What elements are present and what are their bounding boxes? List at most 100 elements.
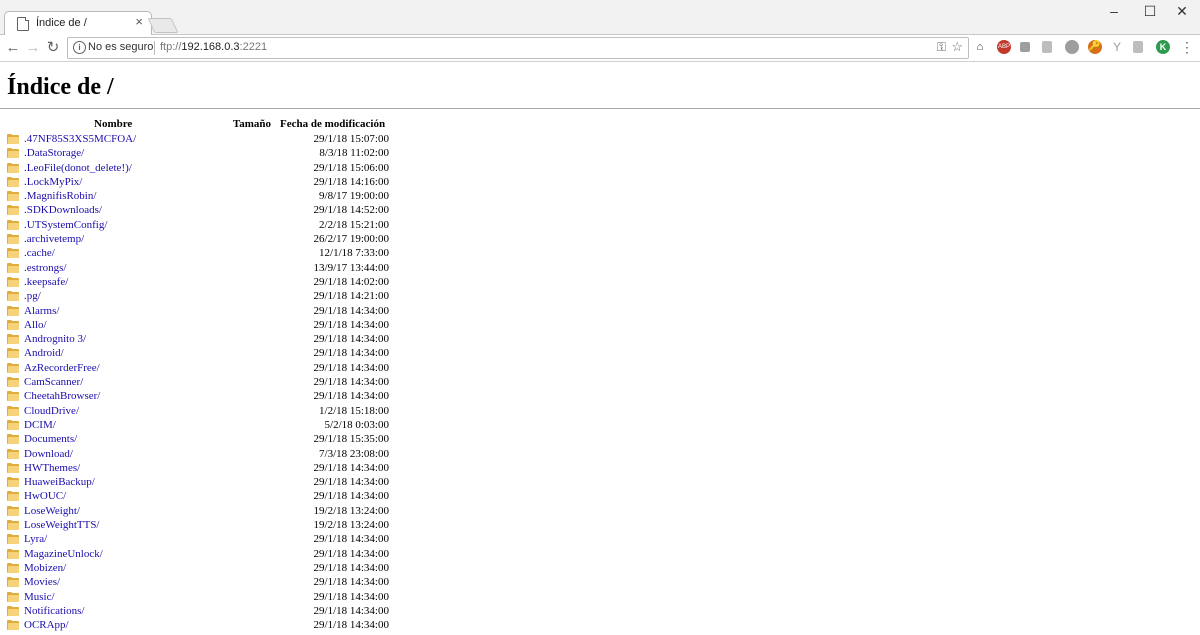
modified-date: 26/2/17 19:00:00 (313, 233, 389, 246)
folder-link[interactable]: .LeoFile(donot_delete!)/ (24, 161, 132, 175)
list-item: .estrongs/13/9/17 13:44:00 (0, 261, 400, 275)
folder-icon (7, 334, 19, 345)
extension-filter-icon[interactable]: Y (1110, 40, 1124, 54)
minimize-button[interactable]: – (1096, 2, 1132, 20)
list-item: .UTSystemConfig/2/2/18 15:21:00 (0, 218, 400, 232)
folder-icon (7, 162, 19, 173)
folder-icon (7, 562, 19, 573)
folder-icon (7, 305, 19, 316)
extension-box-icon[interactable] (1020, 42, 1030, 52)
modified-date: 29/1/18 14:34:00 (313, 376, 389, 389)
folder-link[interactable]: .LockMyPix/ (24, 175, 82, 189)
folder-link[interactable]: Lyra/ (24, 532, 47, 546)
folder-link[interactable]: CheetahBrowser/ (24, 389, 100, 403)
extension-copy-icon[interactable] (1042, 41, 1052, 53)
folder-link[interactable]: Alarms/ (24, 304, 59, 318)
modified-date: 12/1/18 7:33:00 (319, 247, 389, 260)
folder-link[interactable]: HuaweiBackup/ (24, 475, 95, 489)
list-item: HuaweiBackup/29/1/18 14:34:00 (0, 475, 400, 489)
folder-link[interactable]: Notifications/ (24, 604, 85, 618)
folder-icon (7, 362, 19, 373)
forward-button[interactable]: → (24, 39, 42, 57)
folder-link[interactable]: Music/ (24, 590, 55, 604)
extension-k-icon[interactable]: K (1156, 40, 1170, 54)
folder-icon (7, 462, 19, 473)
bookmark-star-icon[interactable]: ☆ (951, 39, 963, 55)
adblock-icon[interactable]: ABP (997, 40, 1011, 54)
folder-link[interactable]: LoseWeight/ (24, 504, 80, 518)
folder-link[interactable]: CloudDrive/ (24, 404, 79, 418)
url-text[interactable]: ftp://192.168.0.3:2221 (160, 41, 267, 53)
modified-date: 29/1/18 14:34:00 (313, 304, 389, 317)
folder-link[interactable]: AzRecorderFree/ (24, 361, 100, 375)
key-icon[interactable]: ⚿ (937, 40, 946, 55)
close-window-button[interactable]: ✕ (1164, 2, 1200, 20)
folder-link[interactable]: .UTSystemConfig/ (24, 218, 107, 232)
address-separator (154, 41, 155, 55)
modified-date: 13/9/17 13:44:00 (313, 261, 389, 274)
modified-date: 29/1/18 15:07:00 (313, 133, 389, 145)
folder-icon (7, 134, 19, 144)
list-item: .DataStorage/8/3/18 11:02:00 (0, 146, 400, 160)
folder-link[interactable]: .pg/ (24, 289, 41, 303)
folder-link[interactable]: .keepsafe/ (24, 275, 68, 289)
new-tab-button[interactable] (147, 18, 179, 33)
folder-link[interactable]: .cache/ (24, 246, 55, 260)
folder-link[interactable]: DCIM/ (24, 418, 56, 432)
folder-link[interactable]: Documents/ (24, 432, 77, 446)
folder-link[interactable]: .47NF85S3XS5MCFOA/ (24, 132, 136, 146)
folder-link[interactable]: .DataStorage/ (24, 146, 84, 160)
back-button[interactable]: ← (4, 39, 22, 57)
list-item: Download/7/3/18 23:08:00 (0, 447, 400, 461)
security-label[interactable]: No es seguro (88, 41, 153, 53)
reload-button[interactable]: ↻ (44, 39, 62, 57)
maximize-button[interactable]: ☐ (1132, 2, 1168, 20)
folder-link[interactable]: Andrognito 3/ (24, 332, 86, 346)
folder-link[interactable]: CamScanner/ (24, 375, 83, 389)
folder-link[interactable]: Allo/ (24, 318, 47, 332)
modified-date: 19/2/18 13:24:00 (313, 504, 389, 517)
extension-key-icon[interactable]: 🔑 (1088, 40, 1102, 54)
folder-link[interactable]: Movies/ (24, 575, 60, 589)
modified-date: 7/3/18 23:08:00 (319, 447, 389, 460)
folder-link[interactable]: .archivetemp/ (24, 232, 84, 246)
folder-link[interactable]: Download/ (24, 447, 73, 461)
folder-link[interactable]: HwOUC/ (24, 489, 66, 503)
folder-link[interactable]: .SDKDownloads/ (24, 203, 102, 217)
folder-link[interactable]: HWThemes/ (24, 461, 80, 475)
folder-link[interactable]: Android/ (24, 346, 64, 360)
folder-icon (7, 205, 19, 216)
modified-date: 29/1/18 14:34:00 (313, 390, 389, 403)
tab-close-icon[interactable]: × (135, 15, 143, 29)
list-item: .47NF85S3XS5MCFOA/29/1/18 15:07:00 (0, 132, 400, 146)
extension-shield-icon[interactable] (1065, 40, 1079, 54)
menu-icon[interactable]: ⋮ (1180, 40, 1194, 54)
list-item: Android/29/1/18 14:34:00 (0, 346, 400, 360)
modified-date: 29/1/18 14:34:00 (313, 461, 389, 474)
extension-page-icon[interactable] (1133, 41, 1143, 53)
list-item: Documents/29/1/18 15:35:00 (0, 432, 400, 446)
list-item: .archivetemp/26/2/17 19:00:00 (0, 232, 400, 246)
extension-dropdown-icon[interactable]: ⌂ (973, 40, 987, 54)
page-title: Índice de / (7, 74, 114, 100)
folder-link[interactable]: Mobizen/ (24, 561, 66, 575)
address-bar[interactable]: i No es seguro ftp://192.168.0.3:2221 ⚿ … (67, 37, 969, 59)
folder-link[interactable]: .MagnifisRobin/ (24, 189, 96, 203)
folder-link[interactable]: LoseWeightTTS/ (24, 518, 100, 532)
horizontal-rule (0, 108, 1200, 109)
list-item: CamScanner/29/1/18 14:34:00 (0, 375, 400, 389)
folder-icon (7, 419, 19, 430)
folder-link[interactable]: OCRApp/ (24, 618, 69, 632)
list-item: Movies/29/1/18 14:34:00 (0, 575, 400, 589)
folder-icon (7, 591, 19, 602)
browser-chrome: Índice de / × – ☐ ✕ ← → ↻ i No es seguro… (0, 0, 1200, 62)
folder-icon (7, 148, 19, 159)
info-icon[interactable]: i (73, 41, 86, 54)
folder-icon (7, 291, 19, 302)
modified-date: 29/1/18 14:34:00 (313, 576, 389, 589)
tab-indice[interactable]: Índice de / × (4, 11, 152, 35)
folder-link[interactable]: MagazineUnlock/ (24, 547, 103, 561)
modified-date: 29/1/18 14:34:00 (313, 619, 389, 632)
column-header-name: Nombre (94, 118, 133, 130)
folder-link[interactable]: .estrongs/ (24, 261, 66, 275)
